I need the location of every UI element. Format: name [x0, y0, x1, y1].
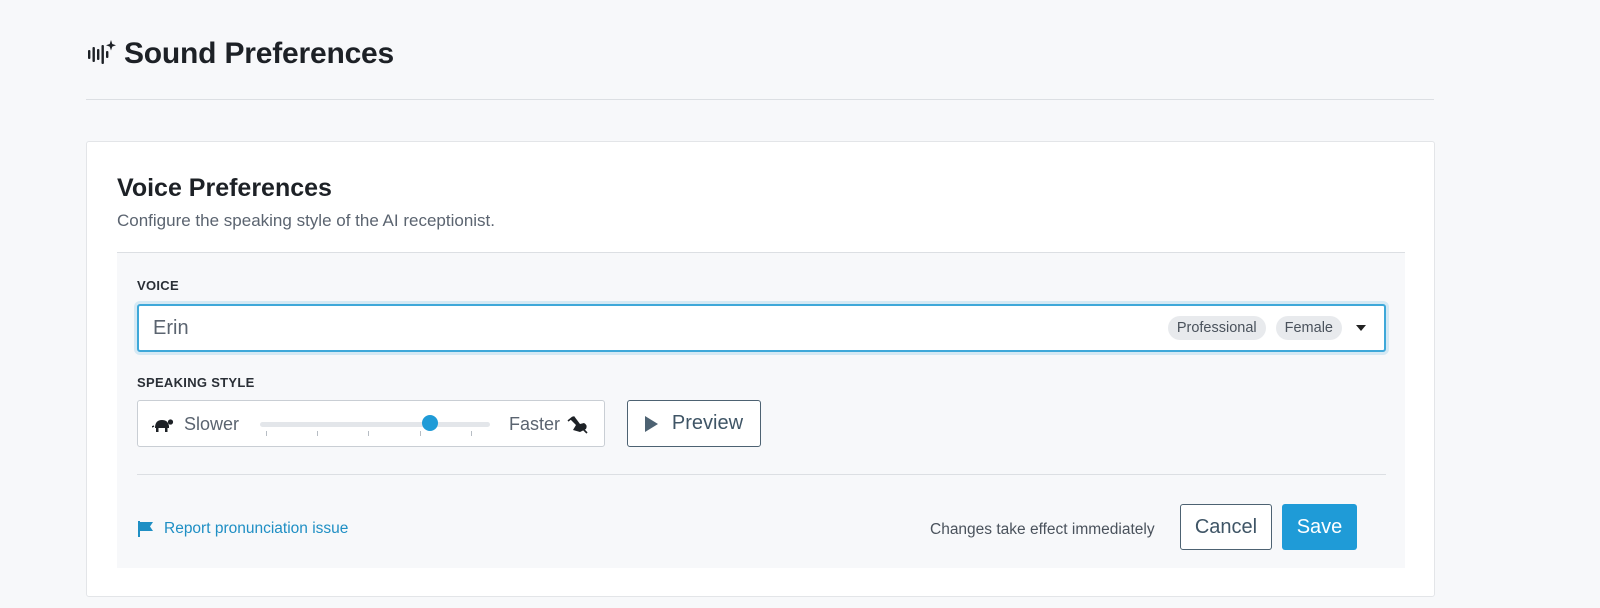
rabbit-icon	[566, 413, 590, 435]
save-button[interactable]: Save	[1282, 504, 1357, 550]
slider-tick	[317, 431, 318, 436]
flag-icon	[137, 520, 155, 538]
card-title: Voice Preferences	[117, 174, 332, 202]
slider-tick	[420, 431, 421, 436]
page-title: Sound Preferences	[124, 37, 395, 70]
voice-selected-value: Erin	[153, 316, 189, 339]
play-icon	[644, 415, 658, 432]
speed-slider-track[interactable]	[260, 422, 490, 427]
slider-tick	[266, 431, 267, 436]
turtle-icon	[151, 413, 174, 435]
save-hint: Changes take effect immediately	[930, 521, 1155, 538]
slider-tick	[471, 431, 472, 436]
card-description: Configure the speaking style of the AI r…	[117, 211, 496, 230]
voice-tag-gender: Female	[1275, 316, 1342, 340]
preview-button[interactable]: Preview	[627, 400, 761, 447]
voice-settings-panel: VOICE Erin Professional Female SPEAKING …	[117, 252, 1405, 568]
voice-label: VOICE	[137, 278, 179, 293]
preview-label: Preview	[671, 412, 744, 434]
speed-slider-thumb[interactable]	[422, 415, 438, 431]
audio-sparkle-icon	[86, 39, 116, 69]
slower-label: Slower	[184, 414, 240, 434]
voice-preferences-card: Voice Preferences Configure the speaking…	[86, 141, 1435, 597]
report-link-label: Report pronunciation issue	[164, 520, 349, 537]
faster-label: Faster	[509, 414, 561, 434]
divider	[137, 474, 1386, 475]
voice-select[interactable]: Erin Professional Female	[137, 304, 1386, 352]
chevron-down-icon[interactable]	[1356, 325, 1366, 331]
speed-slider-control: Slower Faster	[137, 400, 605, 447]
voice-tag-style: Professional	[1167, 316, 1266, 340]
cancel-button[interactable]: Cancel	[1180, 504, 1272, 550]
slider-tick	[368, 431, 369, 436]
page-header: Sound Preferences	[86, 34, 1434, 100]
report-pronunciation-link[interactable]: Report pronunciation issue	[137, 520, 348, 538]
speaking-style-label: SPEAKING STYLE	[137, 375, 255, 390]
